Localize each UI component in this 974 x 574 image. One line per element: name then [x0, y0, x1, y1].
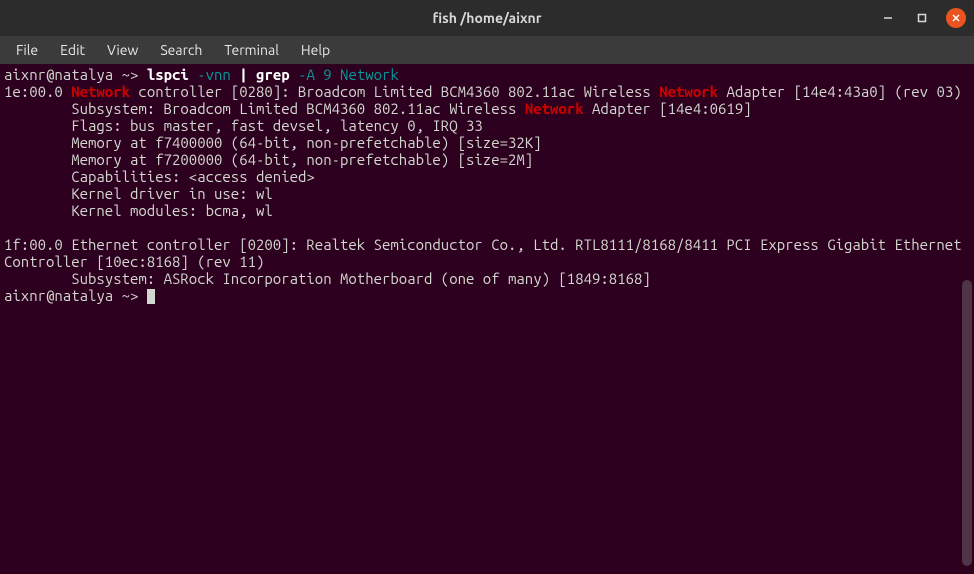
out-line: Subsystem: Broadcom Limited BCM4360 802.…: [4, 100, 525, 117]
cmd-args-grep: -A 9 Network: [290, 66, 399, 83]
out-line: Kernel driver in use: wl: [4, 185, 273, 202]
terminal-area[interactable]: aixnr@natalya ~> lspci -vnn | grep -A 9 …: [0, 64, 974, 574]
cmd-lspci: lspci: [147, 66, 189, 83]
out-line: Adapter [14e4:43a0] (rev 03): [718, 83, 962, 100]
out-line: 1f:00.0 Ethernet controller [0200]: Real…: [4, 236, 970, 270]
maximize-button[interactable]: [912, 8, 932, 28]
menu-help[interactable]: Help: [291, 39, 340, 61]
prompt-arrow: ~>: [113, 287, 147, 304]
menu-file[interactable]: File: [6, 39, 48, 61]
window-title: fish /home/aixnr: [432, 10, 541, 26]
prompt-user-host: aixnr@natalya: [4, 287, 113, 304]
out-line: Kernel modules: bcma, wl: [4, 202, 273, 219]
menu-view[interactable]: View: [97, 39, 148, 61]
scrollbar-vertical[interactable]: [962, 280, 972, 566]
grep-highlight: Network: [525, 100, 584, 117]
cmd-args-vnn: -vnn: [189, 66, 239, 83]
window-titlebar: fish /home/aixnr: [0, 0, 974, 36]
menu-edit[interactable]: Edit: [50, 39, 95, 61]
terminal-cursor: [147, 289, 155, 304]
out-line: Subsystem: ASRock Incorporation Motherbo…: [4, 270, 651, 287]
out-line: Adapter [14e4:0619]: [584, 100, 752, 117]
close-button[interactable]: [946, 8, 966, 28]
menubar: File Edit View Search Terminal Help: [0, 36, 974, 64]
grep-highlight: Network: [659, 83, 718, 100]
out-line: Memory at f7200000 (64-bit, non-prefetch…: [4, 151, 533, 168]
menu-terminal[interactable]: Terminal: [214, 39, 289, 61]
out-line: 1e:00.0: [4, 83, 71, 100]
out-line: Memory at f7400000 (64-bit, non-prefetch…: [4, 134, 542, 151]
cmd-grep: grep: [248, 66, 290, 83]
out-line: Flags: bus master, fast devsel, latency …: [4, 117, 483, 134]
window-controls: [878, 8, 966, 28]
grep-highlight: Network: [71, 83, 130, 100]
out-line: controller [0280]: Broadcom Limited BCM4…: [130, 83, 659, 100]
prompt-user-host: aixnr@natalya: [4, 66, 113, 83]
minimize-button[interactable]: [878, 8, 898, 28]
cmd-pipe: |: [239, 66, 247, 83]
prompt-arrow: ~>: [113, 66, 147, 83]
out-line: Capabilities: <access denied>: [4, 168, 315, 185]
menu-search[interactable]: Search: [150, 39, 212, 61]
